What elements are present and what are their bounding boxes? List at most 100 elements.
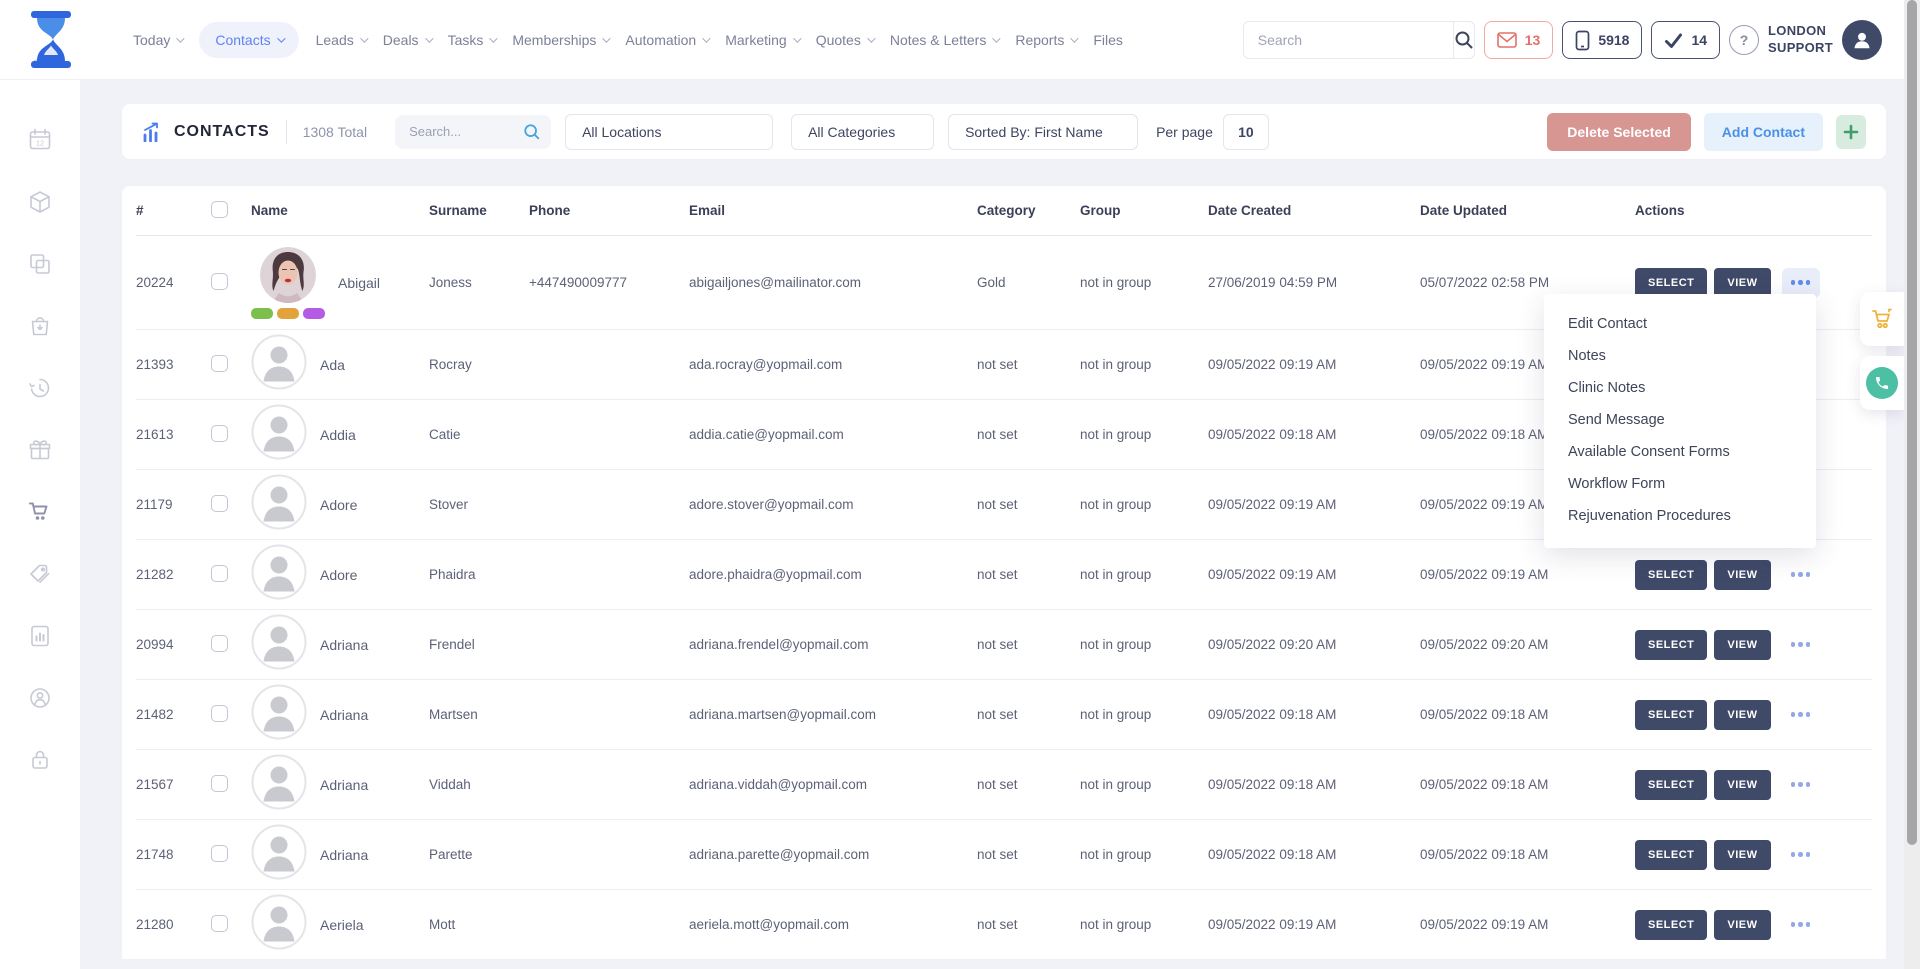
view-button[interactable]: VIEW: [1714, 840, 1770, 870]
chevron-down-icon: [793, 34, 801, 42]
floating-cart-button[interactable]: [1860, 292, 1904, 346]
contact-avatar: [251, 334, 307, 390]
contact-date-created: 09/05/2022 09:18 AM: [1208, 707, 1420, 722]
sidebar-item-account[interactable]: [27, 685, 53, 711]
row-checkbox[interactable]: [211, 775, 228, 792]
row-checkbox[interactable]: [211, 635, 228, 652]
messages-badge[interactable]: 13: [1484, 21, 1554, 59]
quick-add-button[interactable]: [1836, 115, 1866, 149]
placeholder-avatar: [251, 614, 307, 670]
sidebar-item-shop[interactable]: [27, 499, 53, 525]
menu-item-clinic-notes[interactable]: Clinic Notes: [1544, 372, 1816, 404]
row-checkbox[interactable]: [211, 355, 228, 372]
menu-item-notes[interactable]: Notes: [1544, 340, 1816, 372]
category-filter[interactable]: All Categories: [791, 114, 934, 150]
row-menu-button[interactable]: [1782, 770, 1820, 800]
menu-item-edit-contact[interactable]: Edit Contact: [1544, 308, 1816, 340]
tasks-badge[interactable]: 14: [1651, 21, 1720, 59]
help-icon[interactable]: ?: [1729, 25, 1759, 55]
sidebar-item-offers[interactable]: [27, 561, 53, 587]
filter-actions: Delete Selected Add Contact: [1547, 113, 1866, 151]
sidebar-item-history[interactable]: [27, 375, 53, 401]
calendar-icon: 12: [27, 127, 53, 153]
view-button[interactable]: VIEW: [1714, 700, 1770, 730]
nav-today[interactable]: Today: [133, 32, 182, 48]
menu-item-available-consent-forms[interactable]: Available Consent Forms: [1544, 436, 1816, 468]
chevron-down-icon: [1071, 34, 1079, 42]
sidebar-item-rewards[interactable]: [27, 437, 53, 463]
calls-badge[interactable]: 5918: [1562, 21, 1642, 59]
sidebar-item-security[interactable]: [27, 747, 53, 773]
nav-quotes[interactable]: Quotes: [816, 32, 873, 48]
nav-leads[interactable]: Leads: [316, 32, 366, 48]
sidebar-item-duplicates[interactable]: [27, 251, 53, 277]
search-icon[interactable]: [523, 123, 541, 141]
sidebar-item-reports[interactable]: [27, 623, 53, 649]
row-menu-button[interactable]: [1782, 630, 1820, 660]
select-button[interactable]: SELECT: [1635, 268, 1707, 298]
menu-item-send-message[interactable]: Send Message: [1544, 404, 1816, 436]
chevron-down-icon: [603, 34, 611, 42]
view-button[interactable]: VIEW: [1714, 770, 1770, 800]
add-contact-button[interactable]: Add Contact: [1704, 113, 1823, 151]
select-all-checkbox[interactable]: [211, 201, 228, 218]
contact-surname: Catie: [429, 427, 529, 442]
nav-memberships[interactable]: Memberships: [512, 32, 608, 48]
row-menu-button[interactable]: [1782, 840, 1820, 870]
row-menu-button[interactable]: [1782, 700, 1820, 730]
view-button[interactable]: VIEW: [1714, 560, 1770, 590]
nav-notes-letters[interactable]: Notes & Letters: [890, 32, 999, 48]
nav-automation[interactable]: Automation: [625, 32, 708, 48]
floating-call-button[interactable]: [1860, 356, 1904, 410]
row-menu-button[interactable]: [1782, 560, 1820, 590]
nav-marketing[interactable]: Marketing: [725, 32, 798, 48]
select-button[interactable]: SELECT: [1635, 840, 1707, 870]
row-checkbox[interactable]: [211, 705, 228, 722]
contact-email: adore.stover@yopmail.com: [689, 497, 977, 512]
contact-surname: Parette: [429, 847, 529, 862]
select-button[interactable]: SELECT: [1635, 630, 1707, 660]
location-filter[interactable]: All Locations: [565, 114, 773, 150]
contact-category: not set: [977, 777, 1080, 792]
contacts-search-input[interactable]: [409, 124, 523, 139]
nav-tasks[interactable]: Tasks: [448, 32, 496, 48]
svg-text:12: 12: [36, 139, 44, 148]
row-menu-button[interactable]: [1782, 910, 1820, 940]
global-search-input[interactable]: [1244, 22, 1453, 58]
select-button[interactable]: SELECT: [1635, 560, 1707, 590]
search-icon[interactable]: [1453, 22, 1474, 58]
sidebar-item-calendar[interactable]: 12: [27, 127, 53, 153]
user-avatar[interactable]: [1842, 20, 1882, 60]
delete-selected-button[interactable]: Delete Selected: [1547, 113, 1691, 151]
menu-item-workflow-form[interactable]: Workflow Form: [1544, 468, 1816, 500]
row-menu-button[interactable]: [1782, 268, 1820, 298]
contact-date-updated: 09/05/2022 09:18 AM: [1420, 707, 1635, 722]
row-checkbox[interactable]: [211, 845, 228, 862]
view-button[interactable]: VIEW: [1714, 268, 1770, 298]
row-checkbox[interactable]: [211, 425, 228, 442]
lock-icon: [27, 747, 53, 773]
nav-deals[interactable]: Deals: [383, 32, 431, 48]
view-button[interactable]: VIEW: [1714, 630, 1770, 660]
menu-item-rejuvenation-procedures[interactable]: Rejuvenation Procedures: [1544, 500, 1816, 532]
sidebar-item-packages[interactable]: [27, 189, 53, 215]
sidebar-item-orders[interactable]: [27, 313, 53, 339]
select-button[interactable]: SELECT: [1635, 770, 1707, 800]
scrollbar-thumb[interactable]: [1907, 0, 1917, 845]
col-group: Group: [1080, 203, 1208, 218]
row-checkbox[interactable]: [211, 495, 228, 512]
select-button[interactable]: SELECT: [1635, 910, 1707, 940]
nav-contacts[interactable]: Contacts: [199, 22, 298, 58]
select-button[interactable]: SELECT: [1635, 700, 1707, 730]
nav-reports[interactable]: Reports: [1015, 32, 1076, 48]
view-button[interactable]: VIEW: [1714, 910, 1770, 940]
row-checkbox[interactable]: [211, 915, 228, 932]
nav-files[interactable]: Files: [1093, 32, 1123, 48]
app-logo[interactable]: [26, 11, 76, 69]
per-page-select[interactable]: 10: [1223, 114, 1269, 150]
contact-date-created: 09/05/2022 09:18 AM: [1208, 427, 1420, 442]
row-checkbox[interactable]: [211, 273, 228, 290]
row-checkbox[interactable]: [211, 565, 228, 582]
sort-filter[interactable]: Sorted By: First Name: [948, 114, 1138, 150]
table-row: 21748 Adriana Parette adriana.parette@yo…: [136, 819, 1872, 889]
